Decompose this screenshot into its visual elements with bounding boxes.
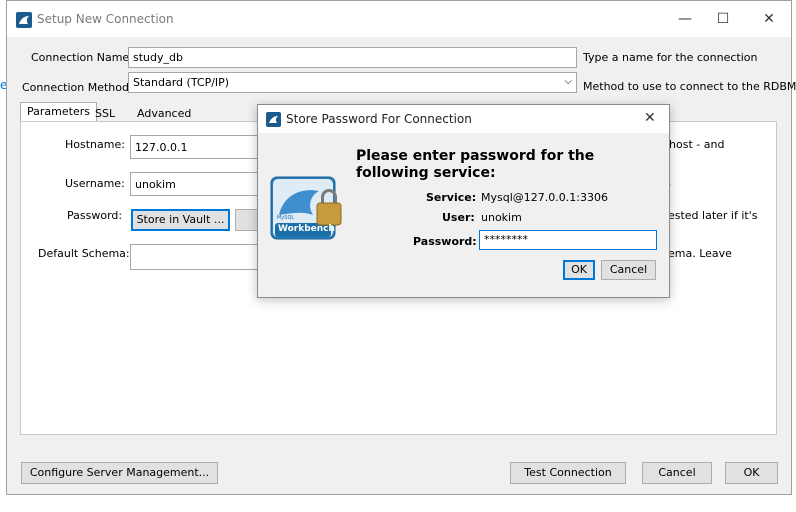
connection-name-label: Connection Name:: [31, 51, 133, 64]
ok-button[interactable]: OK: [725, 462, 778, 484]
workbench-logo-icon: MySQL Workbench: [269, 175, 349, 245]
default-schema-label: Default Schema:: [38, 247, 130, 260]
hostname-label: Hostname:: [65, 138, 125, 151]
tab-parameters[interactable]: Parameters: [20, 102, 97, 123]
dialog-heading-line1: Please enter password for the: [356, 148, 595, 164]
dialog-ok-button[interactable]: OK: [563, 260, 595, 280]
connection-method-label: Connection Method:: [22, 81, 133, 94]
hostname-input[interactable]: 127.0.0.1: [130, 135, 260, 159]
chevron-down-icon: ⌵: [564, 76, 572, 87]
default-schema-input[interactable]: [130, 244, 260, 270]
close-button[interactable]: ✕: [757, 9, 781, 29]
dialog-password-input[interactable]: ********: [479, 230, 657, 250]
configure-server-management-button[interactable]: Configure Server Management...: [21, 462, 218, 484]
password-label: Password:: [67, 209, 123, 222]
title-bar: Setup New Connection — ☐ ✕: [7, 1, 791, 37]
logo-text: Workbench: [278, 224, 335, 234]
tab-ssl[interactable]: SSL: [89, 105, 121, 122]
hostname-hint: r host - and: [661, 138, 725, 151]
connection-method-value: Standard (TCP/IP): [133, 76, 230, 89]
dialog-title: Store Password For Connection: [286, 112, 472, 126]
default-schema-hint: hema. Leave: [661, 247, 732, 260]
connection-name-hint: Type a name for the connection: [583, 51, 758, 64]
workbench-app-icon: [16, 12, 32, 28]
connection-method-hint: Method to use to connect to the RDBMS: [583, 80, 796, 93]
connection-method-select[interactable]: Standard (TCP/IP) ⌵: [128, 72, 577, 93]
dialog-close-button[interactable]: ✕: [644, 110, 656, 126]
service-value: Mysql@127.0.0.1:3306: [481, 191, 608, 204]
window-title: Setup New Connection: [37, 12, 174, 26]
workbench-app-icon: [266, 112, 281, 127]
logo-small-text: MySQL: [277, 215, 295, 221]
test-connection-button[interactable]: Test Connection: [510, 462, 626, 484]
dialog-heading-line2: following service:: [356, 165, 496, 181]
username-label: Username:: [65, 177, 125, 190]
dialog-cancel-button[interactable]: Cancel: [601, 260, 656, 280]
password-hint: uested later if it's: [661, 209, 758, 222]
user-label: User:: [442, 211, 475, 224]
user-value: unokim: [481, 211, 522, 224]
dialog-password-label: Password:: [413, 235, 477, 248]
store-password-dialog: Store Password For Connection ✕ MySQL Wo…: [257, 104, 670, 298]
tab-advanced[interactable]: Advanced: [131, 105, 197, 122]
connection-name-input[interactable]: study_db: [128, 47, 577, 68]
dialog-title-bar: Store Password For Connection ✕: [258, 105, 669, 133]
username-input[interactable]: unokim: [130, 172, 260, 196]
cancel-button[interactable]: Cancel: [642, 462, 712, 484]
store-in-vault-button[interactable]: Store in Vault ...: [131, 209, 230, 231]
maximize-button[interactable]: ☐: [711, 9, 735, 29]
service-label: Service:: [426, 191, 477, 204]
minimize-button[interactable]: —: [673, 9, 697, 29]
